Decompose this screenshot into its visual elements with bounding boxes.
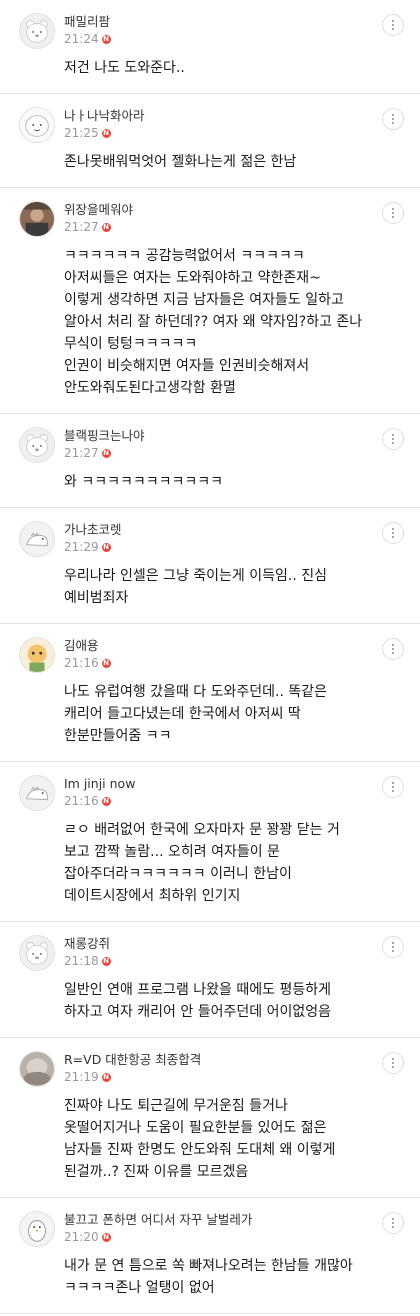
- comment-time: 21:27: [64, 220, 99, 234]
- comment-nickname[interactable]: 패밀리팜: [64, 14, 364, 30]
- comment-time: 21:24: [64, 32, 99, 46]
- comment-meta: 21:27 N: [64, 219, 364, 235]
- character-avatar[interactable]: [19, 637, 55, 673]
- penguin-avatar[interactable]: [19, 1211, 55, 1247]
- more-vertical-icon: [392, 433, 394, 445]
- more-vertical-icon: [392, 527, 394, 539]
- comment-item: 패밀리팜 21:24 N 저건 나도 도와준다..: [0, 0, 420, 94]
- new-badge: N: [101, 796, 111, 806]
- comment-nickname[interactable]: 가나초코렛: [64, 522, 364, 538]
- comment-nickname[interactable]: 김애용: [64, 638, 364, 654]
- dino-avatar[interactable]: [19, 775, 55, 811]
- blur-photo-avatar[interactable]: [19, 1051, 55, 1087]
- more-vertical-icon: [392, 1057, 394, 1069]
- comment-item: Im jinji now 21:16 N ㄹㅇ 배려없어 한국에 오자마자 문 꽝꽝 …: [0, 762, 420, 922]
- comment-meta: 21:27 N: [64, 445, 364, 461]
- more-vertical-icon: [392, 19, 394, 31]
- more-vertical-icon: [392, 941, 394, 953]
- comment-time: 21:20: [64, 1230, 99, 1244]
- comment-item: 블랙핑크는나야 21:27 N 와 ㅋㅋㅋㅋㅋㅋㅋㅋㅋㅋㅋ: [0, 414, 420, 508]
- comment-nickname[interactable]: 블랙핑크는나야: [64, 428, 364, 444]
- comment-item: 가나초코렛 21:29 N 우리나라 인셀은 그냥 죽이는게 이득임.. 진심 예비범…: [0, 508, 420, 624]
- comment-meta: 21:25 N: [64, 125, 364, 141]
- comment-item: 나ㅏ나낙화아라 21:25 N 존나못배워먹엇어 젤화나는게 젊은 한남: [0, 94, 420, 188]
- new-badge: N: [101, 658, 111, 668]
- comment-time: 21:16: [64, 794, 99, 808]
- more-options-button[interactable]: [382, 1212, 404, 1234]
- comment-text: 나도 유럽여행 갔을때 다 도와주던데.. 똑같은 캐리어 들고다녔는데 한국에…: [64, 684, 327, 744]
- comment-item: 재롱강쥐 21:18 N 일반인 연애 프로그램 나왔을 때에도 평등하게 하자고 여…: [0, 922, 420, 1038]
- more-options-button[interactable]: [382, 776, 404, 798]
- more-vertical-icon: [392, 1217, 394, 1229]
- comment-nickname[interactable]: 불끄고 폰하면 어디서 자꾸 날벌레가: [64, 1212, 364, 1228]
- comment-text: 우리나라 인셀은 그냥 죽이는게 이득임.. 진심 예비범죄자: [64, 568, 327, 606]
- new-badge: N: [101, 34, 111, 44]
- comment-text: 일반인 연애 프로그램 나왔을 때에도 평등하게 하자고 여자 캐리어 안 들어…: [64, 982, 331, 1020]
- new-badge: N: [101, 448, 111, 458]
- comment-item: 불끄고 폰하면 어디서 자꾸 날벌레가 21:20 N 내가 문 연 틈으로 쏙 빠져…: [0, 1198, 420, 1314]
- comment-meta: 21:29 N: [64, 539, 364, 555]
- new-badge: N: [101, 1072, 111, 1082]
- new-badge: N: [101, 128, 111, 138]
- more-vertical-icon: [392, 113, 394, 125]
- comment-time: 21:18: [64, 954, 99, 968]
- comment-nickname[interactable]: 재롱강쥐: [64, 936, 364, 952]
- more-options-button[interactable]: [382, 936, 404, 958]
- more-vertical-icon: [392, 207, 394, 219]
- comment-time: 21:27: [64, 446, 99, 460]
- comment-nickname[interactable]: Im jinji now: [64, 776, 364, 792]
- more-vertical-icon: [392, 643, 394, 655]
- comment-text: ㄹㅇ 배려없어 한국에 오자마자 문 꽝꽝 닫는 거 보고 깜짝 놀람... 오…: [64, 822, 340, 904]
- more-vertical-icon: [392, 781, 394, 793]
- comment-nickname[interactable]: 위장을메워야: [64, 202, 364, 218]
- comment-time: 21:29: [64, 540, 99, 554]
- comment-meta: 21:19 N: [64, 1069, 364, 1085]
- comment-text: 와 ㅋㅋㅋㅋㅋㅋㅋㅋㅋㅋㅋ: [64, 474, 224, 490]
- comment-meta: 21:16 N: [64, 793, 364, 809]
- more-options-button[interactable]: [382, 1052, 404, 1074]
- comment-item: R=VD 대한항공 최종합격 21:19 N 진짜야 나도 퇴근길에 무거운짐 들거나…: [0, 1038, 420, 1198]
- new-badge: N: [101, 1232, 111, 1242]
- more-options-button[interactable]: [382, 522, 404, 544]
- more-options-button[interactable]: [382, 428, 404, 450]
- comment-time: 21:16: [64, 656, 99, 670]
- comment-text: 존나못배워먹엇어 젤화나는게 젊은 한남: [64, 154, 297, 170]
- dino-avatar[interactable]: [19, 521, 55, 557]
- comment-nickname[interactable]: 나ㅏ나낙화아라: [64, 108, 364, 124]
- comment-feed: 패밀리팜 21:24 N 저건 나도 도와준다.. 나ㅏ나낙화아라 21:25 N 존나못배워…: [0, 0, 420, 1314]
- comment-meta: 21:24 N: [64, 31, 364, 47]
- new-badge: N: [101, 222, 111, 232]
- comment-item: 위장을메워야 21:27 N ㅋㅋㅋㅋㅋㅋ 공감능력없어서 ㅋㅋㅋㅋㅋ 아저씨들은 여…: [0, 188, 420, 414]
- comment-text: 진짜야 나도 퇴근길에 무거운짐 들거나 옷떨어지거나 도움이 필요한분들 있어…: [64, 1098, 336, 1180]
- comment-meta: 21:18 N: [64, 953, 364, 969]
- comment-text: 내가 문 연 틈으로 쏙 빠져나오려는 한남들 개많아 ㅋㅋㅋㅋ존나 얼탱이 없…: [64, 1258, 353, 1296]
- photo-avatar[interactable]: [19, 201, 55, 237]
- new-badge: N: [101, 956, 111, 966]
- comment-text: ㅋㅋㅋㅋㅋㅋ 공감능력없어서 ㅋㅋㅋㅋㅋ 아저씨들은 여자는 도와줘야하고 약한…: [64, 248, 363, 396]
- bear-default-avatar[interactable]: [19, 13, 55, 49]
- bear-drawn-avatar[interactable]: [19, 107, 55, 143]
- new-badge: N: [101, 542, 111, 552]
- comment-nickname[interactable]: R=VD 대한항공 최종합격: [64, 1052, 364, 1068]
- comment-meta: 21:16 N: [64, 655, 364, 671]
- more-options-button[interactable]: [382, 202, 404, 224]
- bear-default-avatar[interactable]: [19, 427, 55, 463]
- more-options-button[interactable]: [382, 14, 404, 36]
- more-options-button[interactable]: [382, 108, 404, 130]
- bear-default-avatar[interactable]: [19, 935, 55, 971]
- comment-time: 21:19: [64, 1070, 99, 1084]
- more-options-button[interactable]: [382, 638, 404, 660]
- comment-item: 김애용 21:16 N 나도 유럽여행 갔을때 다 도와주던데.. 똑같은 캐리어 들…: [0, 624, 420, 762]
- comment-meta: 21:20 N: [64, 1229, 364, 1245]
- comment-time: 21:25: [64, 126, 99, 140]
- comment-text: 저건 나도 도와준다..: [64, 60, 185, 76]
